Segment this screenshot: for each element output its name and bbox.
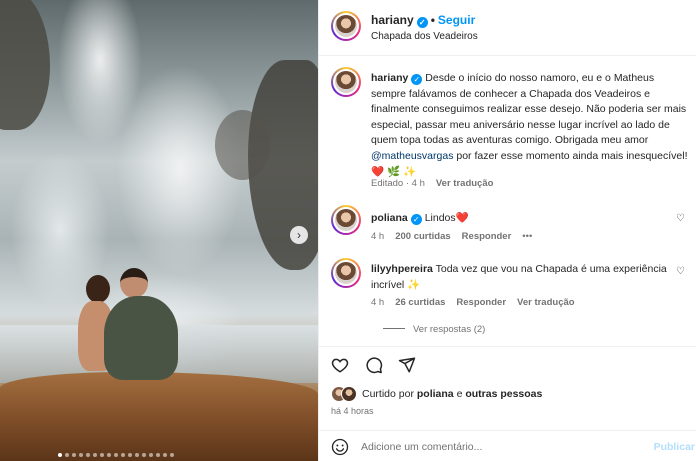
rock-shape xyxy=(0,0,50,130)
mention-link[interactable]: @matheusvargas xyxy=(371,150,453,162)
comment-text: Lindos❤️ xyxy=(424,212,469,224)
post-location[interactable]: Chapada dos Veadeiros xyxy=(371,31,478,42)
post-header: hariany ✓ • Seguir Chapada dos Veadeiros xyxy=(319,0,696,56)
liked-by-others[interactable]: outras pessoas xyxy=(465,388,542,400)
chevron-right-icon[interactable]: › xyxy=(290,226,308,244)
publish-button[interactable]: Publicar xyxy=(654,441,695,453)
rock-shape xyxy=(215,110,270,180)
reply-button[interactable]: Responder xyxy=(456,297,506,308)
comment-icon[interactable] xyxy=(365,356,383,374)
send-icon[interactable] xyxy=(398,356,416,374)
avatar[interactable] xyxy=(331,258,361,288)
comment-input[interactable] xyxy=(361,438,641,456)
see-translation-link[interactable]: Ver tradução xyxy=(517,297,575,308)
person-man xyxy=(104,268,182,382)
verified-icon: ✓ xyxy=(411,74,423,85)
carousel-dots xyxy=(58,453,174,457)
avatar[interactable] xyxy=(331,11,361,41)
follow-button[interactable]: Seguir xyxy=(438,13,475,27)
comment-username[interactable]: poliana xyxy=(371,212,408,224)
post-username[interactable]: hariany xyxy=(371,13,414,27)
view-replies-label: Ver respostas (2) xyxy=(413,324,486,335)
heart-icon[interactable]: ♡ xyxy=(676,213,685,224)
liked-by-conj: e xyxy=(456,388,463,400)
avatar[interactable] xyxy=(331,67,361,97)
more-options-icon[interactable]: ••• xyxy=(522,231,532,242)
verified-icon: ✓ xyxy=(416,17,428,28)
liked-by: Curtido por poliana e outras pessoas xyxy=(331,386,542,402)
edited-time: Editado · 4 h xyxy=(371,178,425,189)
liked-by-prefix: Curtido por xyxy=(362,388,414,400)
verified-icon: ✓ xyxy=(410,214,422,225)
caption-username[interactable]: hariany xyxy=(371,72,408,84)
reply-button[interactable]: Responder xyxy=(462,231,512,242)
avatar[interactable] xyxy=(331,205,361,235)
divider xyxy=(383,328,405,329)
separator-dot: • xyxy=(430,13,435,27)
avatar xyxy=(341,386,357,402)
post-photo[interactable]: › xyxy=(0,0,318,461)
rock-ledge xyxy=(0,372,318,461)
comment-time: 4 h xyxy=(371,231,385,242)
comment-username[interactable]: lilyyhpereira xyxy=(371,263,433,275)
liked-by-user[interactable]: poliana xyxy=(417,388,454,400)
comment-likes[interactable]: 26 curtidas xyxy=(395,297,445,308)
post-panel: hariany ✓ • Seguir Chapada dos Veadeiros ha… xyxy=(318,0,696,461)
comment-time: 4 h xyxy=(371,297,385,308)
post-time: há 4 horas xyxy=(331,406,374,416)
emoji-icon[interactable] xyxy=(331,438,349,456)
heart-icon[interactable] xyxy=(331,356,349,374)
add-comment-bar: Publicar xyxy=(319,430,696,461)
see-translation-link[interactable]: Ver tradução xyxy=(436,178,494,189)
comment-likes[interactable]: 200 curtidas xyxy=(395,231,450,242)
post-actions xyxy=(319,346,696,380)
view-replies-button[interactable]: Ver respostas (2) xyxy=(383,324,485,335)
heart-icon[interactable]: ♡ xyxy=(676,266,685,277)
comments-section: hariany ✓ Desde o início do nosso namoro,… xyxy=(319,56,696,346)
